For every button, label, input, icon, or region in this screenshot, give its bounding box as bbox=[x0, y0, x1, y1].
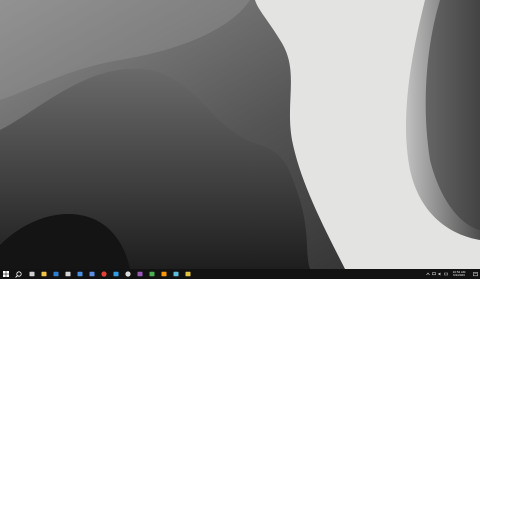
app-blue-icon bbox=[89, 271, 95, 277]
taskbar-clock[interactable]: 10:54 AM 6/1/2023 bbox=[449, 269, 469, 279]
keyboard-icon[interactable] bbox=[443, 269, 448, 279]
file-explorer-icon bbox=[41, 271, 47, 277]
store-icon bbox=[65, 271, 71, 277]
taskbar-app-app-blue[interactable] bbox=[86, 269, 98, 279]
taskbar-app-app-purple[interactable] bbox=[134, 269, 146, 279]
system-tray: 10:54 AM 6/1/2023 bbox=[425, 269, 480, 279]
task-view-icon bbox=[29, 271, 35, 277]
notification-center-button[interactable] bbox=[470, 269, 480, 279]
app-purple-icon bbox=[137, 271, 143, 277]
taskbar-app-app-orange[interactable] bbox=[158, 269, 170, 279]
taskbar-app-mail[interactable] bbox=[50, 269, 62, 279]
network-icon[interactable] bbox=[431, 269, 436, 279]
search-icon bbox=[14, 270, 22, 278]
taskbar-app-settings[interactable] bbox=[122, 269, 134, 279]
app-cyan-icon bbox=[173, 271, 179, 277]
notes-icon bbox=[77, 271, 83, 277]
vscode-icon bbox=[113, 271, 119, 277]
pinned-apps bbox=[26, 269, 194, 279]
taskbar-app-app-green[interactable] bbox=[146, 269, 158, 279]
chrome-icon bbox=[101, 271, 107, 277]
taskbar-app-vscode[interactable] bbox=[110, 269, 122, 279]
settings-icon bbox=[125, 271, 131, 277]
taskbar-app-store[interactable] bbox=[62, 269, 74, 279]
chevron-up-icon[interactable] bbox=[425, 269, 430, 279]
taskbar-app-task-view[interactable] bbox=[26, 269, 38, 279]
taskbar-app-notes[interactable] bbox=[74, 269, 86, 279]
volume-icon[interactable] bbox=[437, 269, 442, 279]
mail-icon bbox=[53, 271, 59, 277]
windows-start-icon bbox=[3, 271, 9, 277]
taskbar-app-chrome[interactable] bbox=[98, 269, 110, 279]
taskbar-app-app-cyan[interactable] bbox=[170, 269, 182, 279]
app-green-icon bbox=[149, 271, 155, 277]
desktop-wallpaper bbox=[0, 0, 480, 269]
clock-date: 6/1/2023 bbox=[453, 273, 465, 277]
start-button[interactable] bbox=[0, 269, 12, 279]
taskbar: 10:54 AM 6/1/2023 bbox=[0, 269, 480, 279]
app-orange-icon bbox=[161, 271, 167, 277]
taskbar-app-app-yellow[interactable] bbox=[182, 269, 194, 279]
search-button[interactable] bbox=[12, 269, 24, 279]
taskbar-app-file-explorer[interactable] bbox=[38, 269, 50, 279]
notification-icon bbox=[472, 271, 478, 276]
desktop: 10:54 AM 6/1/2023 bbox=[0, 0, 480, 279]
app-yellow-icon bbox=[185, 271, 191, 277]
